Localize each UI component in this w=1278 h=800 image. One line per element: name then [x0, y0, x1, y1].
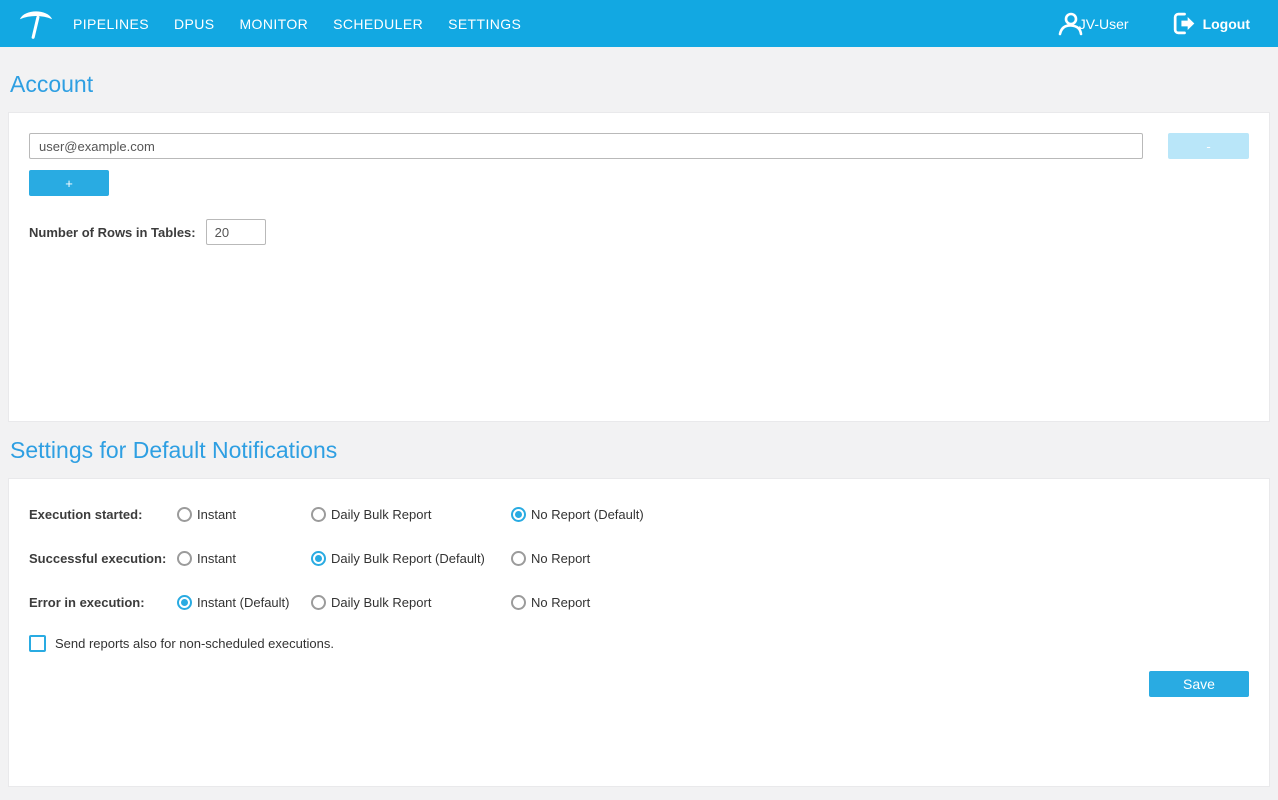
radio-label: No Report (Default) — [531, 507, 644, 522]
radio-icon[interactable] — [511, 595, 526, 610]
radio-icon[interactable] — [511, 507, 526, 522]
radio-icon[interactable] — [177, 595, 192, 610]
radio-label: Daily Bulk Report — [331, 595, 431, 610]
checkbox-icon[interactable] — [29, 635, 46, 652]
nav-dpus[interactable]: DPUS — [174, 16, 215, 32]
radio-option[interactable]: Daily Bulk Report (Default) — [311, 551, 511, 566]
top-nav: PIPELINES DPUS MONITOR SCHEDULER SETTING… — [0, 0, 1278, 47]
radio-option[interactable]: No Report (Default) — [511, 507, 644, 522]
account-panel: - + Number of Rows in Tables: — [8, 112, 1270, 422]
app-logo[interactable] — [17, 4, 55, 44]
notification-row-successful-execution: Successful execution: Instant Daily Bulk… — [29, 545, 1249, 571]
umbrella-logo-icon — [17, 5, 55, 43]
logout-icon — [1171, 11, 1196, 36]
radio-option[interactable]: Instant (Default) — [177, 595, 311, 610]
email-input[interactable] — [29, 133, 1143, 159]
user-menu[interactable]: JV-User — [1055, 9, 1129, 39]
checkbox-label: Send reports also for non-scheduled exec… — [55, 636, 334, 651]
non-scheduled-reports-option[interactable]: Send reports also for non-scheduled exec… — [29, 633, 1249, 653]
radio-option[interactable]: Daily Bulk Report — [311, 507, 511, 522]
rows-setting: Number of Rows in Tables: — [29, 219, 1249, 245]
logout-button[interactable]: Logout — [1171, 11, 1250, 36]
rows-label: Number of Rows in Tables: — [29, 225, 196, 240]
radio-icon[interactable] — [311, 507, 326, 522]
nav-pipelines[interactable]: PIPELINES — [73, 16, 149, 32]
row-label: Successful execution: — [29, 551, 177, 566]
page-content: Account - + Number of Rows in Tables: Se… — [0, 71, 1278, 787]
save-button[interactable]: Save — [1149, 671, 1249, 697]
notifications-title: Settings for Default Notifications — [10, 437, 1270, 464]
radio-option[interactable]: Instant — [177, 551, 311, 566]
rows-input[interactable] — [206, 219, 266, 245]
user-label: JV-User — [1079, 16, 1129, 32]
radio-label: Daily Bulk Report (Default) — [331, 551, 485, 566]
notification-row-execution-started: Execution started: Instant Daily Bulk Re… — [29, 501, 1249, 527]
radio-icon[interactable] — [177, 551, 192, 566]
logout-label: Logout — [1203, 16, 1250, 32]
remove-email-button[interactable]: - — [1168, 133, 1249, 159]
radio-option[interactable]: No Report — [511, 595, 590, 610]
radio-option[interactable]: No Report — [511, 551, 590, 566]
row-label: Execution started: — [29, 507, 177, 522]
radio-label: No Report — [531, 595, 590, 610]
nav-right: JV-User Logout — [1055, 9, 1250, 39]
radio-icon[interactable] — [311, 551, 326, 566]
add-email-button[interactable]: + — [29, 170, 109, 196]
radio-icon[interactable] — [177, 507, 192, 522]
row-label: Error in execution: — [29, 595, 177, 610]
nav-settings[interactable]: SETTINGS — [448, 16, 521, 32]
nav-monitor[interactable]: MONITOR — [239, 16, 308, 32]
radio-label: No Report — [531, 551, 590, 566]
notifications-panel: Execution started: Instant Daily Bulk Re… — [8, 478, 1270, 787]
radio-label: Instant (Default) — [197, 595, 290, 610]
notification-row-error-in-execution: Error in execution: Instant (Default) Da… — [29, 589, 1249, 615]
radio-label: Instant — [197, 507, 236, 522]
email-row: - — [29, 133, 1249, 159]
account-title: Account — [10, 71, 1270, 98]
nav-scheduler[interactable]: SCHEDULER — [333, 16, 423, 32]
radio-icon[interactable] — [311, 595, 326, 610]
radio-label: Daily Bulk Report — [331, 507, 431, 522]
radio-option[interactable]: Daily Bulk Report — [311, 595, 511, 610]
save-row: Save — [29, 671, 1249, 697]
radio-icon[interactable] — [511, 551, 526, 566]
main-menu: PIPELINES DPUS MONITOR SCHEDULER SETTING… — [73, 16, 546, 32]
radio-option[interactable]: Instant — [177, 507, 311, 522]
radio-label: Instant — [197, 551, 236, 566]
